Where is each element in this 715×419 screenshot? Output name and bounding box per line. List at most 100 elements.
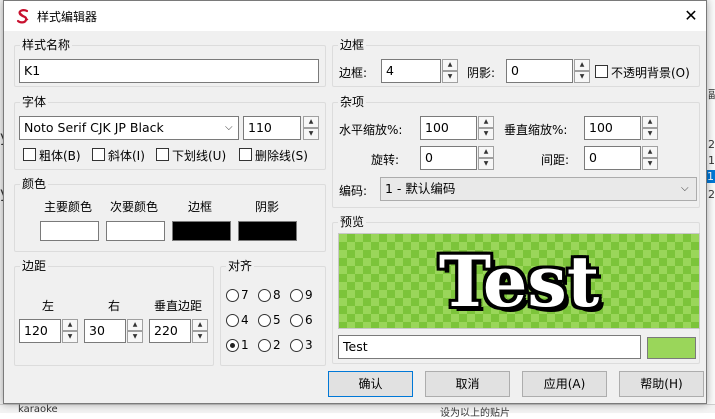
bold-label: 粗体(B) <box>39 149 81 163</box>
shadow-depth-spinner[interactable]: ▲ ▼ <box>574 59 590 83</box>
chevron-down-icon: ⌵ <box>681 183 689 194</box>
opaque-box-checkbox[interactable] <box>595 65 608 78</box>
bold-checkbox[interactable] <box>23 148 36 161</box>
scale-x-label: 水平缩放%: <box>339 123 403 137</box>
misc-group-label: 杂项 <box>338 95 367 109</box>
font-size-spinner[interactable]: ▲ ▼ <box>303 116 319 140</box>
margin-right-label: 右 <box>108 299 121 313</box>
spin-up-icon[interactable]: ▲ <box>642 146 658 158</box>
margin-vertical-input[interactable]: 220 <box>149 319 191 343</box>
spin-down-icon[interactable]: ▼ <box>62 331 78 343</box>
primary-color-swatch[interactable] <box>40 221 99 241</box>
font-family-select[interactable]: Noto Serif CJK JP Black <box>19 116 239 140</box>
align-radio-6[interactable] <box>290 314 303 327</box>
background-app-bottom: karaoke 设为以上的贴片 <box>0 404 715 419</box>
spin-up-icon[interactable]: ▲ <box>442 59 458 71</box>
spin-down-icon[interactable]: ▼ <box>442 71 458 83</box>
preview-background-swatch[interactable] <box>647 337 696 359</box>
font-size-input[interactable]: 110 <box>243 116 301 140</box>
align-radio-2[interactable] <box>258 339 271 352</box>
align-radio-5[interactable] <box>258 314 271 327</box>
scale-x-input[interactable]: 100 <box>420 116 477 140</box>
outline-width-spinner[interactable]: ▲ ▼ <box>442 59 458 83</box>
align-label-7: 7 <box>241 288 249 302</box>
spin-down-icon[interactable]: ▼ <box>478 158 494 170</box>
ok-button[interactable]: 确认 <box>328 371 413 397</box>
margin-right-input[interactable]: 30 <box>84 319 126 343</box>
align-radio-1[interactable] <box>226 339 239 352</box>
outline-width-input[interactable]: 4 <box>381 59 441 83</box>
preview-text-input[interactable]: Test <box>338 335 641 359</box>
spin-down-icon[interactable]: ▼ <box>478 128 494 140</box>
margin-left-spinner[interactable]: ▲ ▼ <box>62 319 78 343</box>
scale-x-spinner[interactable]: ▲ ▼ <box>478 116 494 140</box>
align-radio-8[interactable] <box>258 289 271 302</box>
spin-up-icon[interactable]: ▲ <box>478 146 494 158</box>
rotation-spinner[interactable]: ▲ ▼ <box>478 146 494 170</box>
preview-sample-text: Test <box>438 240 600 323</box>
encoding-select[interactable]: 1 - 默认编码 <box>380 177 697 201</box>
shadow-depth-label: 阴影: <box>467 66 496 80</box>
margin-left-label: 左 <box>42 299 55 313</box>
strikeout-checkbox[interactable] <box>239 148 252 161</box>
margin-right-spinner[interactable]: ▲ ▼ <box>127 319 143 343</box>
italic-label: 斜体(I) <box>108 149 145 163</box>
underline-label: 下划线(U) <box>172 149 227 163</box>
spin-up-icon[interactable]: ▲ <box>127 319 143 331</box>
shadow-depth-input[interactable]: 0 <box>506 59 573 83</box>
help-button[interactable]: 帮助(H) <box>619 371 704 397</box>
margin-vertical-spinner[interactable]: ▲ ▼ <box>192 319 208 343</box>
align-radio-9[interactable] <box>290 289 303 302</box>
scale-y-label: 垂直缩放%: <box>504 123 568 137</box>
apply-button[interactable]: 应用(A) <box>522 371 607 397</box>
scale-y-spinner[interactable]: ▲ ▼ <box>642 116 658 140</box>
underline-checkbox[interactable] <box>156 148 169 161</box>
align-radio-7[interactable] <box>226 289 239 302</box>
spacing-input[interactable]: 0 <box>584 146 641 170</box>
scale-y-input[interactable]: 100 <box>584 116 641 140</box>
shadow-color-swatch[interactable] <box>238 221 297 241</box>
spin-up-icon[interactable]: ▲ <box>574 59 590 71</box>
spin-up-icon[interactable]: ▲ <box>62 319 78 331</box>
cancel-button[interactable]: 取消 <box>425 371 510 397</box>
spin-down-icon[interactable]: ▼ <box>127 331 143 343</box>
spin-up-icon[interactable]: ▲ <box>192 319 208 331</box>
primary-color-label: 主要颜色 <box>44 200 93 214</box>
secondary-color-swatch[interactable] <box>106 221 165 241</box>
italic-checkbox[interactable] <box>92 148 105 161</box>
secondary-color-label: 次要颜色 <box>110 200 159 214</box>
spin-down-icon[interactable]: ▼ <box>574 71 590 83</box>
background-text: 2 <box>708 188 715 201</box>
border-group-label: 边框 <box>338 38 367 52</box>
close-button[interactable]: ✕ <box>676 1 706 31</box>
spin-down-icon[interactable]: ▼ <box>303 128 319 140</box>
outline-width-label: 边框: <box>339 66 368 80</box>
preview-canvas: Test <box>338 233 700 329</box>
align-radio-4[interactable] <box>226 314 239 327</box>
background-text: 设为以上的贴片 <box>440 408 510 419</box>
preview-group-label: 预览 <box>338 215 367 229</box>
style-editor-dialog: 样式编辑器 ✕ 样式名称 K1 字体 Noto Serif CJK JP Bla… <box>3 0 707 404</box>
outline-color-swatch[interactable] <box>172 221 231 241</box>
spin-up-icon[interactable]: ▲ <box>642 116 658 128</box>
align-label-8: 8 <box>273 288 281 302</box>
spin-down-icon[interactable]: ▼ <box>642 128 658 140</box>
background-text: karaoke <box>18 404 58 415</box>
align-label-3: 3 <box>305 338 313 352</box>
margin-left-input[interactable]: 120 <box>19 319 61 343</box>
rotation-input[interactable]: 0 <box>420 146 477 170</box>
window-title: 样式编辑器 <box>37 10 98 24</box>
align-radio-3[interactable] <box>290 339 303 352</box>
close-icon: ✕ <box>684 6 698 25</box>
align-label-5: 5 <box>273 313 281 327</box>
spin-up-icon[interactable]: ▲ <box>303 116 319 128</box>
margins-group <box>14 266 214 366</box>
spin-down-icon[interactable]: ▼ <box>642 158 658 170</box>
spin-down-icon[interactable]: ▼ <box>192 331 208 343</box>
spacing-spinner[interactable]: ▲ ▼ <box>642 146 658 170</box>
spin-up-icon[interactable]: ▲ <box>478 116 494 128</box>
font-family-value: Noto Serif CJK JP Black <box>24 120 164 135</box>
style-name-input[interactable]: K1 <box>19 59 319 83</box>
margins-group-label: 边距 <box>20 259 49 273</box>
strikeout-label: 删除线(S) <box>255 149 308 163</box>
